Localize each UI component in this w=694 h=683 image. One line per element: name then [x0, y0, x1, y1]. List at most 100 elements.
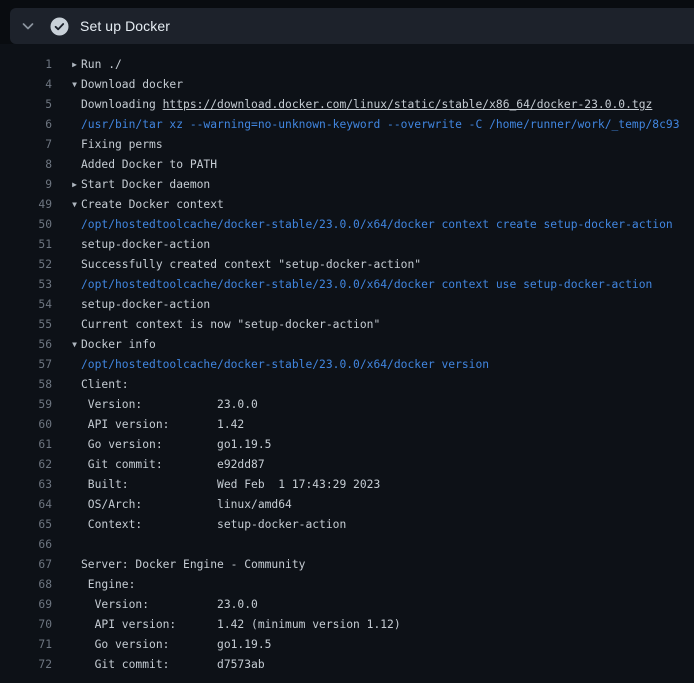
- marker-spacer: [52, 355, 81, 375]
- log-row: 63 Built: Wed Feb 1 17:43:29 2023: [0, 475, 694, 495]
- marker-spacer: [52, 635, 81, 655]
- line-number[interactable]: 8: [0, 155, 52, 175]
- group-title[interactable]: Download docker: [81, 75, 183, 95]
- log-row: 69 Version: 23.0.0: [0, 595, 694, 615]
- marker-spacer: [52, 475, 81, 495]
- line-number[interactable]: 67: [0, 555, 52, 575]
- log-text: Go version: go1.19.5: [81, 635, 271, 655]
- log-row[interactable]: 4▼Download docker: [0, 75, 694, 95]
- step-header[interactable]: Set up Docker: [10, 8, 694, 44]
- log-row: 57/opt/hostedtoolcache/docker-stable/23.…: [0, 355, 694, 375]
- line-number[interactable]: 9: [0, 175, 52, 195]
- log-row[interactable]: 49▼Create Docker context: [0, 195, 694, 215]
- log-text: Downloading https://download.docker.com/…: [81, 95, 652, 115]
- marker-spacer: [52, 155, 81, 175]
- log-text: Built: Wed Feb 1 17:43:29 2023: [81, 475, 380, 495]
- marker-spacer: [52, 515, 81, 535]
- log-row: 6/usr/bin/tar xz --warning=no-unknown-ke…: [0, 115, 694, 135]
- marker-spacer: [52, 455, 81, 475]
- log-row: 62 Git commit: e92dd87: [0, 455, 694, 475]
- log-row: 70 API version: 1.42 (minimum version 1.…: [0, 615, 694, 635]
- line-number[interactable]: 54: [0, 295, 52, 315]
- group-title[interactable]: Docker info: [81, 335, 156, 355]
- line-number[interactable]: 65: [0, 515, 52, 535]
- log-row[interactable]: 9▶Start Docker daemon: [0, 175, 694, 195]
- log-link[interactable]: https://download.docker.com/linux/static…: [163, 98, 653, 111]
- log-row[interactable]: 1▶Run ./: [0, 55, 694, 75]
- marker-spacer: [52, 315, 81, 335]
- line-number[interactable]: 64: [0, 495, 52, 515]
- group-toggle-icon[interactable]: ▶: [52, 175, 81, 195]
- marker-spacer: [52, 115, 81, 135]
- log-text: OS/Arch: linux/amd64: [81, 495, 292, 515]
- group-toggle-icon[interactable]: ▼: [52, 75, 81, 95]
- log-row: 5 Downloading https://download.docker.com…: [0, 95, 694, 115]
- log-row: 61 Go version: go1.19.5: [0, 435, 694, 455]
- line-number[interactable]: 5: [0, 95, 52, 115]
- marker-spacer: [52, 375, 81, 395]
- line-number[interactable]: 68: [0, 575, 52, 595]
- line-number[interactable]: 50: [0, 215, 52, 235]
- log-text: Fixing perms: [81, 135, 163, 155]
- line-number[interactable]: 56: [0, 335, 52, 355]
- marker-spacer: [52, 255, 81, 275]
- group-title[interactable]: Create Docker context: [81, 195, 224, 215]
- log-command-text: /opt/hostedtoolcache/docker-stable/23.0.…: [81, 355, 489, 375]
- line-number[interactable]: 63: [0, 475, 52, 495]
- log-text: API version: 1.42 (minimum version 1.12): [81, 615, 401, 635]
- log-row: 64 OS/Arch: linux/amd64: [0, 495, 694, 515]
- log-row: 53/opt/hostedtoolcache/docker-stable/23.…: [0, 275, 694, 295]
- group-title[interactable]: Run ./: [81, 55, 122, 75]
- line-number[interactable]: 58: [0, 375, 52, 395]
- line-number[interactable]: 4: [0, 75, 52, 95]
- log-row: 66: [0, 535, 694, 555]
- log-row: 60 API version: 1.42: [0, 415, 694, 435]
- group-toggle-icon[interactable]: ▶: [52, 55, 81, 75]
- line-number[interactable]: 52: [0, 255, 52, 275]
- log-text: Server: Docker Engine - Community: [81, 555, 305, 575]
- step-title: Set up Docker: [80, 18, 170, 34]
- line-number[interactable]: 69: [0, 595, 52, 615]
- line-number[interactable]: 61: [0, 435, 52, 455]
- log-text: setup-docker-action: [81, 235, 210, 255]
- line-number[interactable]: 1: [0, 55, 52, 75]
- line-number[interactable]: 70: [0, 615, 52, 635]
- log-text: Added Docker to PATH: [81, 155, 217, 175]
- line-number[interactable]: 7: [0, 135, 52, 155]
- log-text: Git commit: e92dd87: [81, 455, 265, 475]
- log-row: 55Current context is now "setup-docker-a…: [0, 315, 694, 335]
- line-number[interactable]: 62: [0, 455, 52, 475]
- log-row: 8 Added Docker to PATH: [0, 155, 694, 175]
- log-row: 72 Git commit: d7573ab: [0, 655, 694, 675]
- marker-spacer: [52, 95, 81, 115]
- line-number[interactable]: 6: [0, 115, 52, 135]
- group-title[interactable]: Start Docker daemon: [81, 175, 210, 195]
- group-toggle-icon[interactable]: ▼: [52, 335, 81, 355]
- line-number[interactable]: 55: [0, 315, 52, 335]
- marker-spacer: [52, 555, 81, 575]
- line-number[interactable]: 60: [0, 415, 52, 435]
- log-text: API version: 1.42: [81, 415, 244, 435]
- log-row: 54 setup-docker-action: [0, 295, 694, 315]
- chevron-down-icon[interactable]: [15, 13, 41, 39]
- line-number[interactable]: 66: [0, 535, 52, 555]
- marker-spacer: [52, 275, 81, 295]
- line-number[interactable]: 71: [0, 635, 52, 655]
- marker-spacer: [52, 595, 81, 615]
- log-row: 59 Version: 23.0.0: [0, 395, 694, 415]
- line-number[interactable]: 51: [0, 235, 52, 255]
- log-text: Engine:: [81, 575, 135, 595]
- line-number[interactable]: 59: [0, 395, 52, 415]
- log-text: Git commit: d7573ab: [81, 655, 265, 675]
- group-toggle-icon[interactable]: ▼: [52, 195, 81, 215]
- line-number[interactable]: 57: [0, 355, 52, 375]
- log-command-text: /usr/bin/tar xz --warning=no-unknown-key…: [81, 115, 680, 135]
- log-row[interactable]: 56▼Docker info: [0, 335, 694, 355]
- line-number[interactable]: 53: [0, 275, 52, 295]
- log-rows: 1▶Run ./4▼Download docker5Downloading ht…: [0, 55, 694, 675]
- log-text: setup-docker-action: [81, 295, 210, 315]
- line-number[interactable]: 49: [0, 195, 52, 215]
- line-number[interactable]: 72: [0, 655, 52, 675]
- log-row: 68 Engine:: [0, 575, 694, 595]
- log-body: 1▶Run ./4▼Download docker5Downloading ht…: [0, 44, 694, 683]
